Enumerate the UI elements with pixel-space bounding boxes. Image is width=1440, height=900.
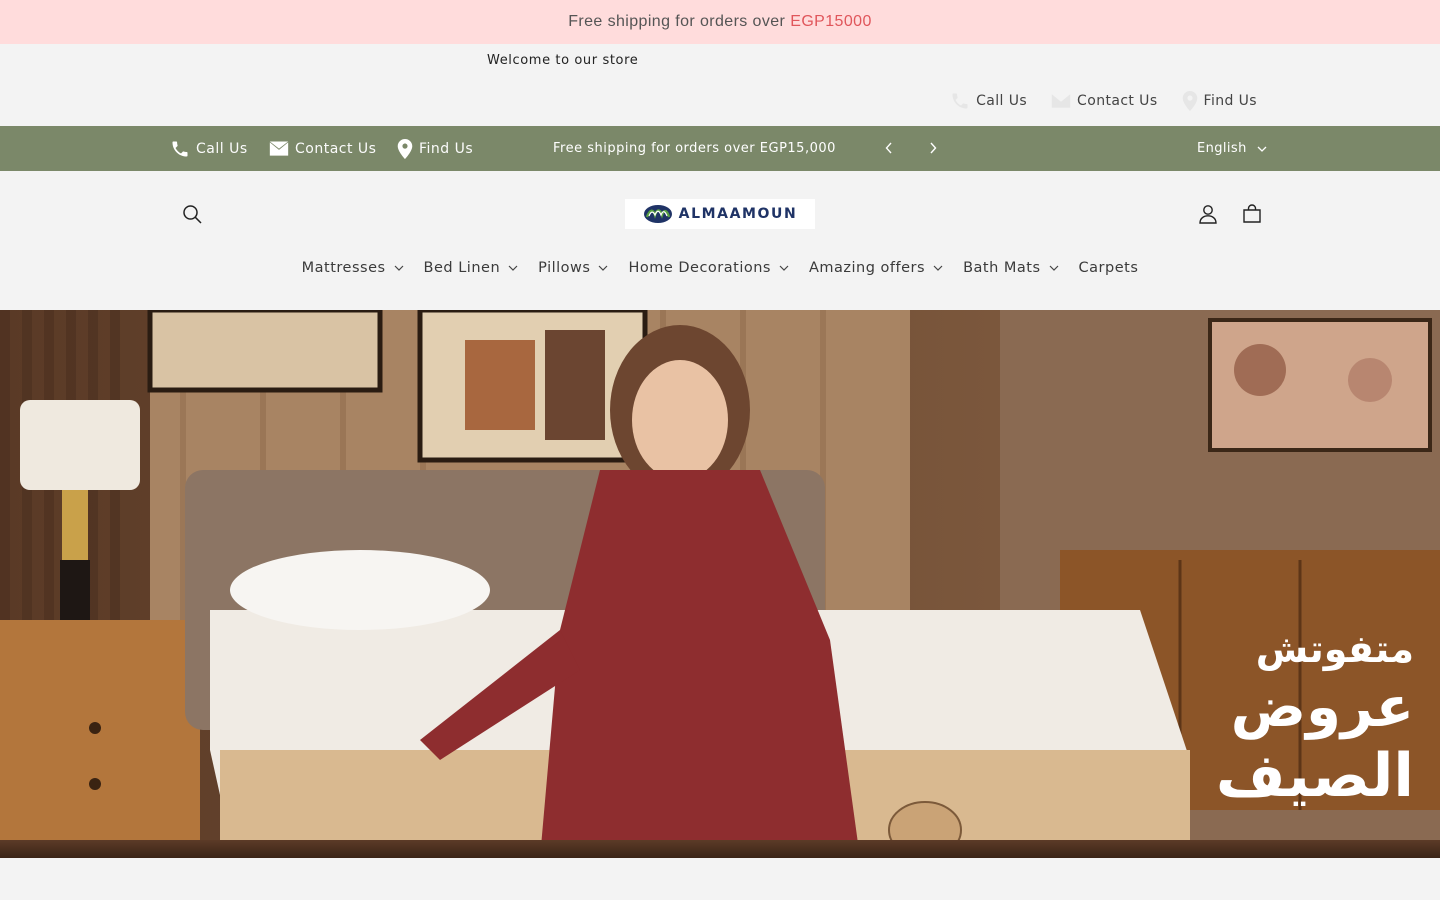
chevron-right-icon (930, 142, 937, 154)
map-pin-icon (1182, 91, 1197, 111)
site-header: ALMAAMOUN Mattresses Bed Linen Pillows H… (0, 171, 1440, 310)
account-button[interactable] (1192, 198, 1224, 230)
nav-pillows-label: Pillows (538, 260, 591, 276)
announcement-bar: Call Us Contact Us Find Us Free shipping… (0, 126, 1440, 171)
language-label: English (1197, 141, 1247, 156)
cart-icon (1243, 204, 1261, 223)
top-call-us-link[interactable]: Call Us (950, 91, 1027, 111)
nav-mattresses-label: Mattresses (301, 260, 386, 276)
chevron-down-icon (394, 265, 403, 271)
top-find-us-link[interactable]: Find Us (1182, 91, 1257, 111)
bar-find-us-link[interactable]: Find Us (397, 126, 473, 171)
nav-bed-linen-label: Bed Linen (423, 260, 501, 276)
logo-mark-icon (643, 205, 672, 223)
bar-call-us-link[interactable]: Call Us (170, 126, 248, 171)
bar-call-us-label: Call Us (196, 140, 248, 157)
hero-headline: متفوتش عروض الصيف (1216, 630, 1414, 806)
nav-bath-mats[interactable]: Bath Mats (963, 257, 1058, 279)
announcement-text: Free shipping for orders over EGP15,000 (553, 141, 836, 156)
bar-find-us-label: Find Us (419, 140, 474, 157)
announcement-prev-button[interactable] (879, 138, 899, 158)
nav-amazing-offers-label: Amazing offers (808, 260, 926, 276)
map-pin-icon (397, 138, 413, 159)
chevron-down-icon (1049, 265, 1058, 271)
nav-bed-linen[interactable]: Bed Linen (424, 257, 519, 279)
top-find-us-label: Find Us (1203, 93, 1257, 109)
bar-contact-us-link[interactable]: Contact Us (269, 126, 376, 171)
chevron-down-icon (508, 265, 518, 271)
envelope-icon (269, 141, 289, 156)
hero-headline-line-1: متفوتش (1255, 627, 1414, 671)
promo-text: Free shipping for orders over (568, 13, 786, 30)
chevron-down-icon (933, 265, 943, 271)
cart-button[interactable] (1236, 198, 1268, 230)
chevron-down-icon (599, 265, 608, 271)
hero-headline-line-3: الصيف (1215, 741, 1414, 811)
chevron-down-icon (1257, 146, 1267, 152)
nav-pillows[interactable]: Pillows (538, 257, 608, 279)
nav-amazing-offers[interactable]: Amazing offers (809, 257, 943, 279)
promo-amount: EGP15000 (790, 13, 872, 30)
nav-mattresses[interactable]: Mattresses (302, 257, 404, 279)
top-contact-links: Call Us Contact Us Find Us (950, 91, 1257, 111)
nav-carpets-label: Carpets (1078, 260, 1139, 276)
hero-headline-line-2: عروض (1230, 675, 1414, 740)
top-contact-us-label: Contact Us (1077, 93, 1158, 109)
logo-text: ALMAAMOUN (678, 206, 798, 222)
bar-contact-us-label: Contact Us (295, 140, 377, 157)
phone-icon (952, 93, 968, 109)
language-selector[interactable]: English (1197, 126, 1267, 171)
main-navigation: Mattresses Bed Linen Pillows Home Decora… (0, 257, 1440, 279)
top-contact-us-link[interactable]: Contact Us (1051, 91, 1157, 111)
nav-bath-mats-label: Bath Mats (963, 260, 1041, 276)
phone-icon (172, 141, 188, 156)
chevron-left-icon (885, 142, 892, 154)
announcement-next-button[interactable] (923, 138, 943, 158)
account-icon (1199, 205, 1217, 224)
store-logo[interactable]: ALMAAMOUN (625, 199, 815, 229)
promo-bar: Free shipping for orders over EGP15000 (0, 0, 1440, 44)
nav-home-decorations[interactable]: Home Decorations (628, 257, 789, 279)
hero-banner[interactable]: متفوتش عروض الصيف (0, 310, 1440, 858)
top-call-us-label: Call Us (976, 93, 1028, 109)
envelope-icon (1051, 94, 1071, 108)
search-icon (183, 205, 202, 224)
nav-carpets[interactable]: Carpets (1079, 257, 1139, 279)
nav-home-decorations-label: Home Decorations (628, 260, 771, 276)
chevron-down-icon (779, 265, 789, 271)
search-button[interactable] (176, 198, 208, 230)
welcome-message: Welcome to our store (487, 53, 639, 68)
